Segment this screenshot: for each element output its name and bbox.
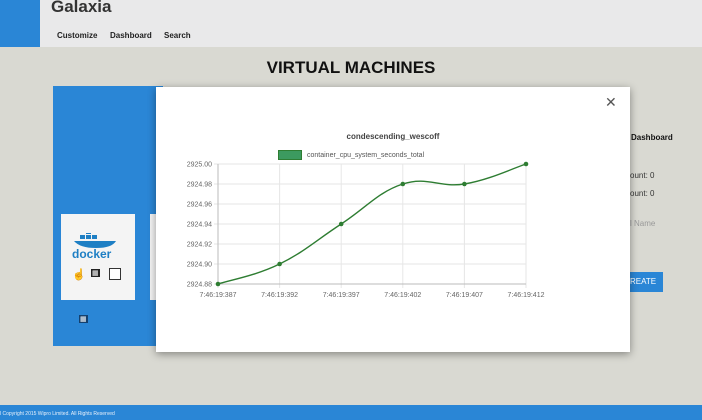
x-tick-label: 7:46:19:412 [508, 292, 545, 299]
y-tick-label: 2924.98 [187, 182, 212, 189]
data-point [523, 161, 529, 167]
data-point [400, 181, 406, 187]
y-tick-label: 2924.90 [187, 262, 212, 269]
data-point [462, 181, 467, 187]
x-tick-label: 7:46:19:402 [384, 292, 421, 299]
y-tick-label: 2924.96 [187, 202, 212, 209]
x-tick-label: 7:46:19:387 [200, 292, 237, 299]
x-tick-label: 7:46:19:407 [446, 292, 483, 299]
y-tick-label: 2924.94 [187, 222, 212, 229]
chart-modal: ✕ condescending_wescoff container_cpu_sy… [156, 87, 630, 352]
y-tick-label: 2924.88 [187, 282, 212, 289]
data-point [338, 221, 344, 227]
line-chart: 2924.88 2924.90 2924.92 2924.94 2924.96 2924.… [187, 161, 545, 300]
y-tick-label: 2924.92 [187, 242, 212, 249]
data-point [215, 281, 221, 287]
x-tick-label: 7:46:19:397 [323, 292, 360, 299]
data-point [277, 261, 282, 267]
y-tick-label: 2925.00 [187, 162, 212, 169]
x-tick-label: 7:46:19:392 [261, 292, 298, 299]
